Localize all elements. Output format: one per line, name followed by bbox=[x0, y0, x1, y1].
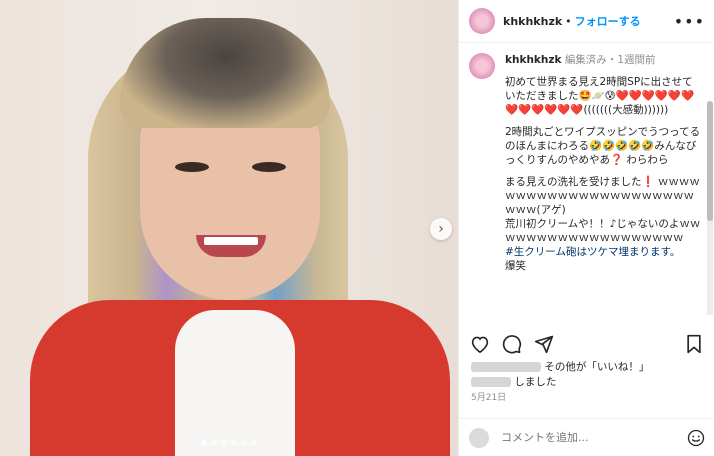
caption-text: khkhkhzk 編集済み・1週間前 初めて世界まる見え2時間SPに出させていた… bbox=[505, 53, 701, 273]
avatar[interactable] bbox=[469, 8, 495, 34]
share-button[interactable] bbox=[533, 333, 555, 355]
carousel-dot bbox=[211, 440, 217, 446]
redacted-liker-name bbox=[471, 362, 541, 372]
carousel-dot bbox=[241, 440, 247, 446]
post-media: › bbox=[0, 0, 458, 456]
carousel-dots bbox=[0, 440, 458, 446]
add-comment-bar bbox=[459, 418, 714, 456]
header-username[interactable]: khkhkhzk bbox=[503, 15, 562, 28]
caption-paragraph-3: まる見えの洗礼を受けました❗ ｗｗｗｗｗｗｗｗｗｗｗｗｗｗｗｗｗｗｗｗｗｗｗｗｗ… bbox=[505, 176, 701, 244]
photo-white-shirt bbox=[175, 310, 295, 456]
bookmark-icon bbox=[687, 334, 701, 354]
caption-time: 1週間前 bbox=[617, 54, 656, 66]
caption-edited: 編集済み bbox=[564, 54, 607, 66]
chevron-right-icon: › bbox=[438, 221, 444, 237]
scrollbar-thumb[interactable] bbox=[707, 101, 713, 221]
carousel-dot bbox=[231, 440, 237, 446]
caption-row: khkhkhzk 編集済み・1週間前 初めて世界まる見え2時間SPに出させていた… bbox=[459, 43, 714, 273]
emoji-icon[interactable] bbox=[687, 429, 705, 447]
comment-button[interactable] bbox=[501, 333, 523, 355]
viewer-avatar bbox=[469, 427, 489, 448]
likes-text-pre: その他が「いいね！」 bbox=[544, 361, 650, 373]
caption-meta-line: khkhkhzk 編集済み・1週間前 bbox=[505, 53, 701, 67]
paper-plane-icon bbox=[534, 335, 554, 354]
header-separator: • bbox=[565, 14, 572, 28]
likes-summary[interactable]: その他が「いいね！」 しました bbox=[471, 360, 707, 390]
carousel-next-button[interactable]: › bbox=[430, 218, 452, 240]
caption-paragraph-1: 初めて世界まる見え2時間SPに出させていただきました🤩🪐😰❤️❤️❤️❤️❤️❤… bbox=[505, 76, 695, 116]
comment-input[interactable] bbox=[499, 430, 687, 445]
likes-text-post: しました bbox=[514, 376, 557, 388]
post-date[interactable]: 5月21日 bbox=[471, 390, 506, 403]
save-button[interactable] bbox=[683, 333, 705, 355]
carousel-dot bbox=[251, 440, 257, 446]
redacted-liker-name-2 bbox=[471, 377, 511, 387]
post-side-panel: khkhkhzk • フォローする ••• khkhkhzk 編集済み・1週間前… bbox=[458, 0, 714, 456]
caption-paragraph-2: 2時間丸ごとワイプスッピンでうつってるのほんまにわろる🤣🤣🤣🤣🤣みんなびっくりす… bbox=[505, 126, 701, 166]
carousel-dot bbox=[221, 440, 227, 446]
comments-scrollbar[interactable] bbox=[707, 101, 713, 315]
action-bar bbox=[459, 330, 714, 358]
instagram-post: › khkhkhzk • フォローする ••• khkhkhzk 編集済み・1週… bbox=[0, 0, 714, 456]
caption-tail: 爆笑 bbox=[505, 260, 526, 272]
follow-button[interactable]: フォローする bbox=[575, 13, 641, 29]
comments-area[interactable]: khkhkhzk 編集済み・1週間前 初めて世界まる見え2時間SPに出させていた… bbox=[459, 43, 714, 315]
heart-icon bbox=[471, 336, 489, 353]
photo-eye-right bbox=[252, 162, 286, 172]
photo-teeth bbox=[204, 237, 258, 245]
comment-icon bbox=[502, 335, 522, 354]
like-button[interactable] bbox=[469, 333, 491, 355]
more-options-icon[interactable]: ••• bbox=[674, 12, 705, 31]
post-header: khkhkhzk • フォローする ••• bbox=[459, 0, 714, 43]
carousel-dot bbox=[201, 440, 207, 446]
caption-separator: ・ bbox=[606, 54, 618, 66]
caption-hashtag[interactable]: #生クリーム砲はツケマ埋まります。 bbox=[505, 245, 701, 259]
photo-eye-left bbox=[175, 162, 209, 172]
caption-username[interactable]: khkhkhzk bbox=[505, 54, 561, 66]
caption-avatar[interactable] bbox=[469, 53, 495, 79]
